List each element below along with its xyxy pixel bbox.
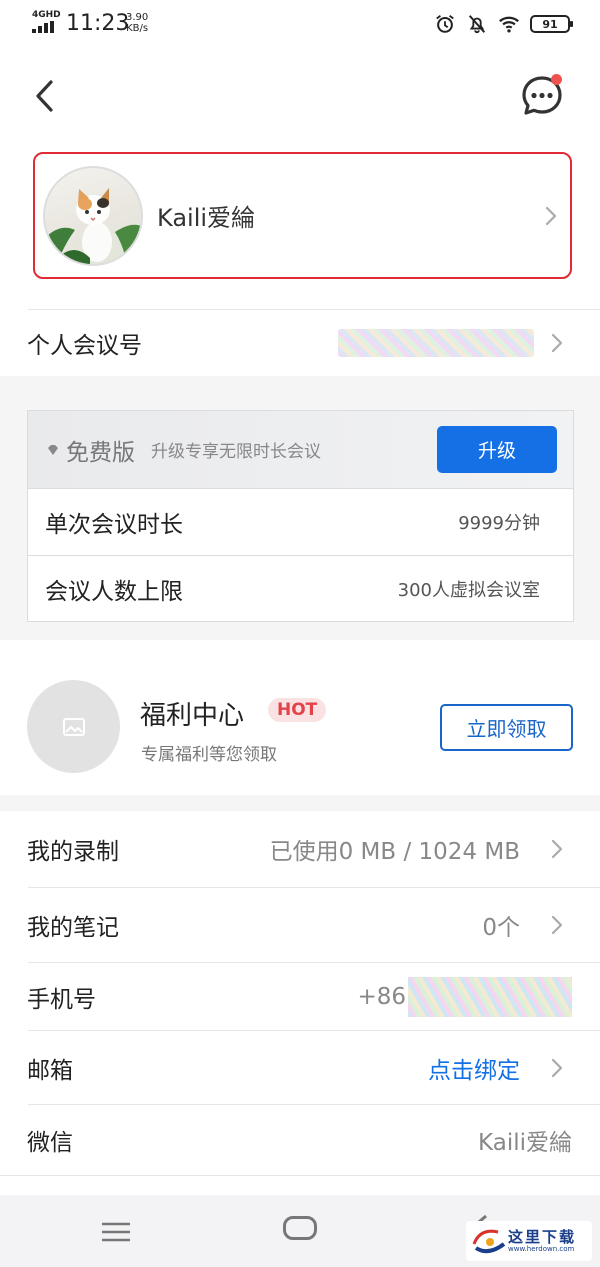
plan-description: 升级专享无限时长会议: [151, 442, 321, 462]
personal-meeting-label: 个人会议号: [27, 333, 142, 359]
status-icons: 91: [434, 12, 573, 36]
hot-badge: HOT: [268, 698, 327, 722]
welfare-subtitle: 专属福利等您领取: [141, 745, 277, 765]
avatar: [43, 165, 143, 266]
notes-label: 我的笔记: [27, 915, 119, 941]
notes-value: 0个: [482, 915, 520, 941]
chevron-right-icon: [551, 1058, 563, 1077]
system-nav-bar: 这里下载 www.herdown.com: [0, 1195, 600, 1267]
speed-value: 3.90: [126, 12, 149, 23]
status-bar: 4GHD 11:23 3.90 KB/s 91: [0, 0, 600, 48]
plan-row-capacity: 会议人数上限 300人虚拟会议室: [28, 555, 573, 622]
personal-meeting-row[interactable]: 个人会议号: [0, 311, 600, 375]
chevron-right-icon: [551, 915, 563, 935]
claim-button[interactable]: 立即领取: [440, 704, 573, 751]
upgrade-button[interactable]: 升级: [437, 426, 557, 473]
wifi-icon: [499, 16, 519, 33]
plan-card: 免费版 升级专享无限时长会议 升级 单次会议时长 9999分钟 会议人数上限 3…: [27, 410, 574, 622]
wechat-label: 微信: [27, 1130, 73, 1156]
network-type: 4GHD: [32, 10, 61, 20]
profile-name: Kaili爱綸: [157, 204, 256, 232]
plan-row-label: 会议人数上限: [45, 579, 183, 605]
plan-header: 免费版 升级专享无限时长会议 升级: [28, 411, 573, 488]
speed-unit: KB/s: [126, 23, 149, 34]
wechat-row: 微信 Kaili爱綸: [0, 1105, 600, 1175]
status-time: 11:23: [66, 11, 130, 36]
diamond-icon: [48, 444, 58, 455]
welfare-title: 福利中心: [140, 701, 245, 731]
recording-row[interactable]: 我的录制 已使用0 MB / 1024 MB: [0, 811, 600, 887]
notification-dot: [551, 74, 562, 85]
profile-card[interactable]: Kaili爱綸: [33, 152, 572, 279]
watermark-url: www.herdown.com: [508, 1245, 575, 1253]
mute-icon: [468, 15, 486, 34]
recording-label: 我的录制: [27, 839, 119, 865]
alarm-icon: [436, 15, 454, 33]
section-background: [0, 795, 600, 811]
chevron-right-icon: [545, 206, 557, 225]
plan-row-value: 300人虚拟会议室: [397, 580, 540, 601]
home-button[interactable]: [283, 1216, 317, 1240]
chevron-left-icon: [36, 80, 53, 112]
phone-label: 手机号: [27, 986, 96, 1013]
recording-value: 已使用0 MB / 1024 MB: [269, 839, 520, 865]
welfare-image-placeholder: [27, 680, 120, 773]
meeting-id-masked: [338, 329, 534, 357]
chevron-right-icon: [551, 839, 563, 859]
watermark-text: 这里下载: [508, 1228, 577, 1246]
watermark-logo: [472, 1229, 506, 1254]
welfare-center[interactable]: 福利中心 HOT 专属福利等您领取 立即领取: [0, 660, 600, 795]
phone-number-masked: [408, 976, 572, 1017]
phone-row: 手机号 +86: [0, 963, 600, 1030]
notes-row[interactable]: 我的笔记 0个: [0, 888, 600, 962]
plan-row-label: 单次会议时长: [45, 512, 183, 538]
battery-icon: 91: [530, 15, 573, 33]
menu-icon[interactable]: [100, 1221, 132, 1243]
chevron-right-icon: [551, 333, 563, 353]
email-label: 邮箱: [27, 1057, 73, 1084]
phone-value: +86: [357, 983, 406, 1010]
kitten-photo: [45, 187, 141, 264]
plan-row-duration: 单次会议时长 9999分钟: [28, 488, 573, 555]
plan-tier: 免费版: [66, 439, 135, 466]
wechat-value: Kaili爱綸: [478, 1130, 572, 1156]
signal-icon: [32, 21, 58, 33]
back-button[interactable]: [24, 72, 64, 120]
plan-row-value: 9999分钟: [458, 513, 540, 534]
network-speed: 3.90 KB/s: [126, 12, 148, 34]
image-icon: [62, 717, 85, 736]
watermark: 这里下载 www.herdown.com: [466, 1221, 592, 1261]
divider: [0, 1175, 600, 1176]
divider: [28, 309, 600, 310]
watermark-text-block: 这里下载 www.herdown.com: [508, 1229, 576, 1253]
profile-settings-screen: 4GHD 11:23 3.90 KB/s 91 Kaili爱綸 个人会议号 免费…: [0, 0, 600, 1267]
messages-button[interactable]: [518, 72, 566, 120]
email-row[interactable]: 邮箱 点击绑定: [0, 1031, 600, 1104]
bind-email-link[interactable]: 点击绑定: [428, 1051, 520, 1085]
